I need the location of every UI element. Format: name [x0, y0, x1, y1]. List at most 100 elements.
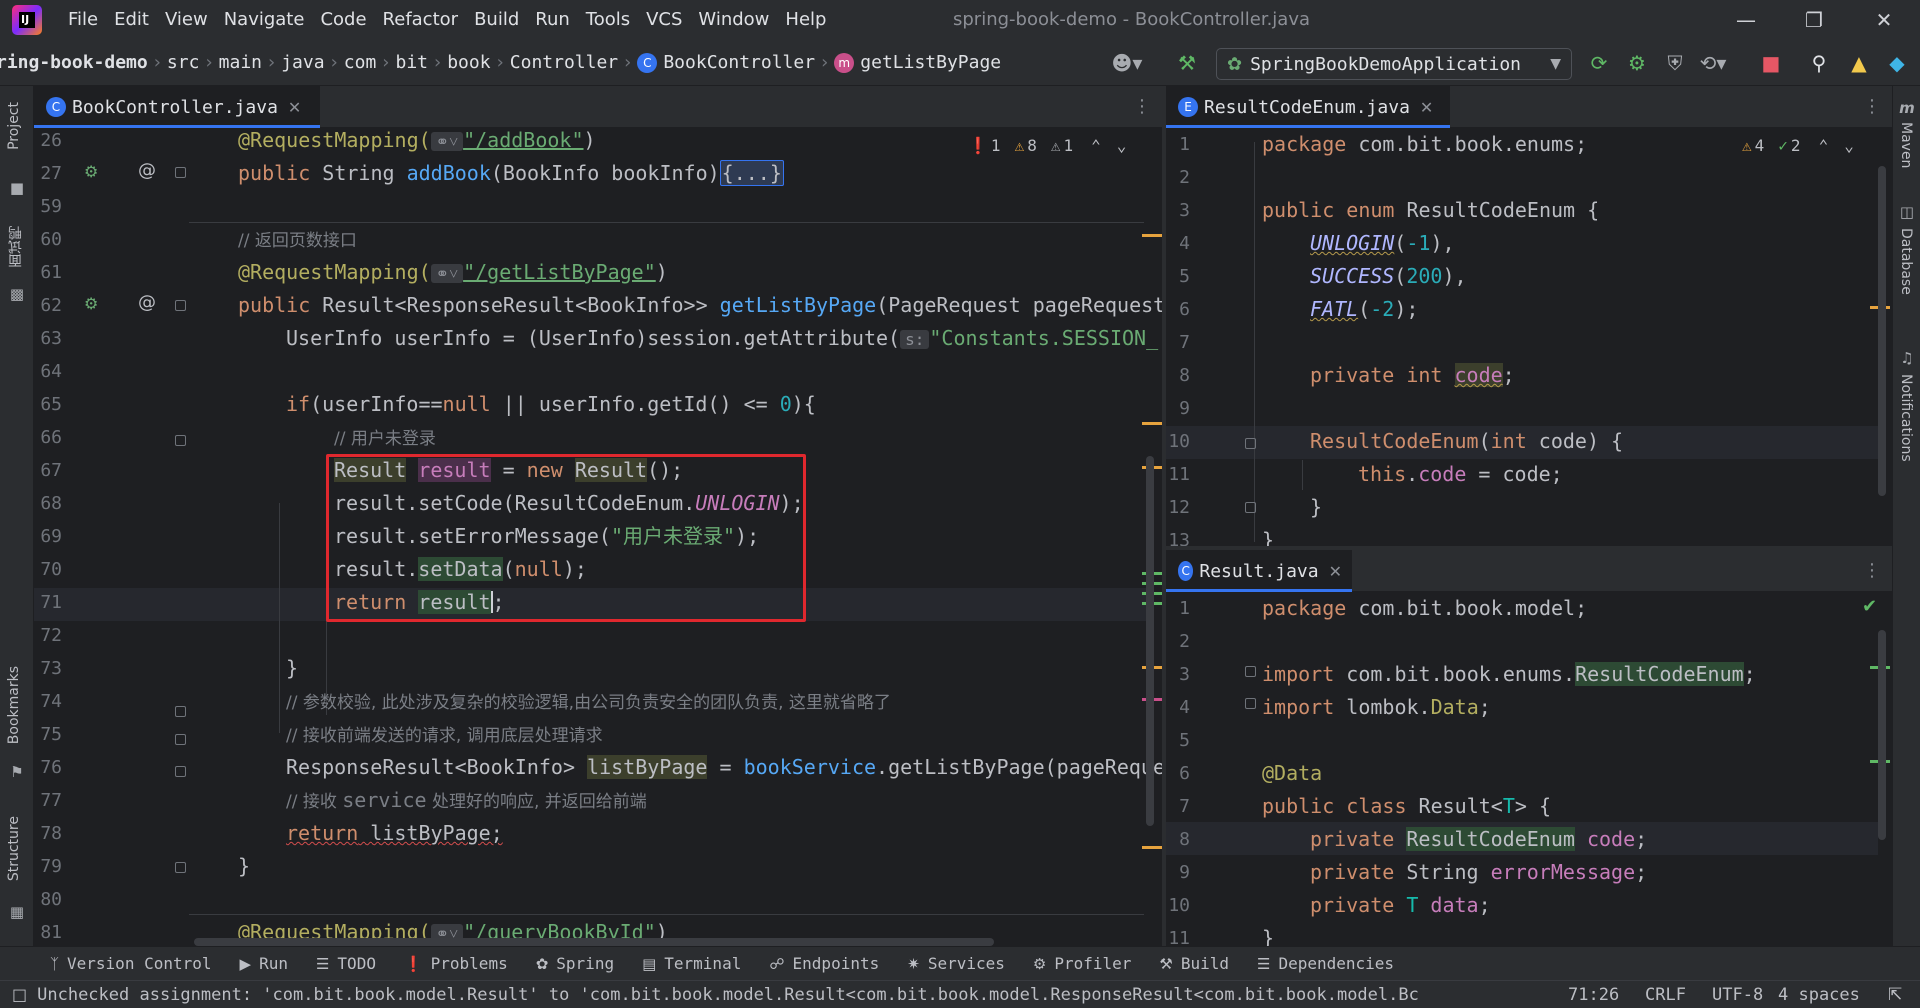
user-icon[interactable]: ☻▾: [1108, 40, 1146, 86]
menu-window[interactable]: Window: [690, 0, 777, 40]
warning-marker[interactable]: [1142, 234, 1162, 237]
editor-result[interactable]: C Result.java ✕ ⋮ ✔ 1 2 3 4 5 6 7 8 9 10 11 packag…: [1166, 550, 1892, 946]
build-hammer-icon[interactable]: ⚒: [1168, 40, 1206, 86]
line-number[interactable]: 74: [34, 691, 62, 712]
line-number[interactable]: 10: [1166, 431, 1190, 452]
toolwindow-terminal[interactable]: ▤ Terminal: [642, 954, 741, 973]
more-vertical-icon[interactable]: ⋮: [1862, 96, 1882, 118]
line-number[interactable]: 9: [1166, 862, 1190, 883]
line-number[interactable]: 3: [1166, 664, 1190, 685]
line-number[interactable]: 10: [1166, 895, 1190, 916]
tab-bookcontroller[interactable]: C BookController.java ✕: [34, 86, 320, 128]
fold-icon[interactable]: [1245, 502, 1256, 513]
restore-icon[interactable]: ❐: [1780, 0, 1848, 40]
rerun-icon[interactable]: ⟳: [1580, 40, 1618, 86]
toolwindow-endpoints[interactable]: ☍ Endpoints: [769, 954, 879, 973]
toolwindow-dependencies[interactable]: ☰ Dependencies: [1257, 954, 1394, 973]
vertical-scrollbar[interactable]: [1146, 456, 1154, 826]
fold-icon[interactable]: [175, 300, 186, 311]
horizontal-scrollbar[interactable]: [194, 938, 994, 946]
fold-icon[interactable]: [175, 167, 186, 178]
line-number[interactable]: 4: [1166, 233, 1190, 254]
line-number[interactable]: 59: [34, 196, 62, 217]
menu-view[interactable]: View: [157, 0, 216, 40]
more-vertical-icon[interactable]: ⋮: [1132, 96, 1152, 118]
line-number[interactable]: 79: [34, 856, 62, 877]
line-number[interactable]: 1: [1166, 134, 1190, 155]
line-number[interactable]: 26: [34, 130, 62, 151]
line-number[interactable]: 9: [1166, 398, 1190, 419]
line-number[interactable]: 4: [1166, 697, 1190, 718]
line-number[interactable]: 1: [1166, 598, 1190, 619]
update-icon[interactable]: ▲: [1840, 40, 1878, 86]
menu-code[interactable]: Code: [312, 0, 374, 40]
indent-setting[interactable]: 4 spaces: [1778, 985, 1860, 1005]
minimize-icon[interactable]: —: [1712, 0, 1780, 40]
menu-help[interactable]: Help: [777, 0, 834, 40]
file-encoding[interactable]: UTF-8: [1712, 985, 1763, 1005]
line-number[interactable]: 2: [1166, 631, 1190, 652]
toggle-tool-windows-icon[interactable]: □: [12, 985, 27, 1004]
menu-refactor[interactable]: Refactor: [375, 0, 467, 40]
line-number[interactable]: 75: [34, 724, 62, 745]
menu-navigate[interactable]: Navigate: [216, 0, 313, 40]
jetbrains-ai-icon[interactable]: ◆: [1878, 40, 1916, 86]
line-number[interactable]: 5: [1166, 266, 1190, 287]
breadcrumb-controller[interactable]: Controller: [510, 52, 618, 73]
line-number[interactable]: 72: [34, 625, 62, 646]
line-number[interactable]: 77: [34, 790, 62, 811]
line-number[interactable]: 3: [1166, 200, 1190, 221]
line-number[interactable]: 61: [34, 262, 62, 283]
annotation-at-icon[interactable]: @: [138, 160, 156, 181]
vertical-scrollbar[interactable]: [1878, 630, 1886, 840]
fold-icon[interactable]: [175, 862, 186, 873]
profile-icon[interactable]: ⟲▾: [1694, 40, 1732, 86]
toolwindow-build[interactable]: ⚒ Build: [1159, 954, 1229, 973]
line-number[interactable]: 13: [1166, 530, 1190, 546]
structure-tool-button[interactable]: Structure: [6, 816, 22, 881]
debug-icon[interactable]: ⚙: [1618, 40, 1656, 86]
chevron-down-icon[interactable]: ⌄: [1844, 136, 1854, 155]
breadcrumb-src[interactable]: src: [167, 52, 200, 73]
line-number[interactable]: 60: [34, 229, 62, 250]
chevron-up-icon[interactable]: ⌃: [1819, 136, 1829, 155]
warning-marker[interactable]: [1142, 422, 1162, 425]
favorites-tool-button[interactable]: 面试鸭: [6, 226, 26, 268]
menu-edit[interactable]: Edit: [106, 0, 157, 40]
notifications-tool-button[interactable]: Notifications: [1898, 374, 1914, 462]
toolwindow-todo[interactable]: ☰ TODO: [316, 954, 376, 973]
line-number[interactable]: 73: [34, 658, 62, 679]
folded-code-block[interactable]: {...}: [719, 160, 784, 186]
line-number[interactable]: 6: [1166, 299, 1190, 320]
more-vertical-icon[interactable]: ⋮: [1862, 560, 1882, 582]
maven-tool-button[interactable]: Maven: [1898, 122, 1914, 168]
close-tab-icon[interactable]: ✕: [288, 98, 301, 117]
line-number[interactable]: 67: [34, 460, 62, 481]
line-number[interactable]: 63: [34, 328, 62, 349]
editor-bookcontroller[interactable]: C BookController.java ✕ ⋮ ❗ 1 ⚠ 8 ⚠ 1 ⌃ …: [34, 86, 1162, 946]
no-problems-check-icon[interactable]: ✔: [1862, 596, 1877, 617]
fold-icon[interactable]: [175, 706, 186, 717]
line-number[interactable]: 5: [1166, 730, 1190, 751]
line-number[interactable]: 27: [34, 163, 62, 184]
line-number[interactable]: 81: [34, 922, 62, 943]
menu-run[interactable]: Run: [527, 0, 578, 40]
line-number[interactable]: 70: [34, 559, 62, 580]
breadcrumb-java[interactable]: java: [281, 52, 324, 73]
line-number[interactable]: 6: [1166, 763, 1190, 784]
fold-icon[interactable]: [175, 766, 186, 777]
line-number[interactable]: 8: [1166, 829, 1190, 850]
tab-resultcodeenum[interactable]: E ResultCodeEnum.java ✕: [1166, 86, 1450, 128]
inspection-widget[interactable]: ⚠ 4 ✓ 2 ⌃ ⌄: [1742, 136, 1854, 155]
breadcrumb-main[interactable]: main: [219, 52, 262, 73]
close-window-icon[interactable]: ✕: [1850, 0, 1918, 40]
stop-icon[interactable]: ■: [1752, 40, 1790, 86]
fold-icon[interactable]: [1245, 698, 1256, 709]
fold-icon[interactable]: [175, 435, 186, 446]
annotation-at-icon[interactable]: @: [138, 292, 156, 313]
lock-icon[interactable]: ⇱: [1888, 985, 1902, 1005]
inspection-widget[interactable]: ❗ 1 ⚠ 8 ⚠ 1 ⌃ ⌄: [968, 136, 1126, 155]
toolwindow-services[interactable]: ✷ Services: [907, 954, 1005, 973]
line-number[interactable]: 71: [34, 592, 62, 613]
warning-marker[interactable]: [1142, 846, 1162, 849]
